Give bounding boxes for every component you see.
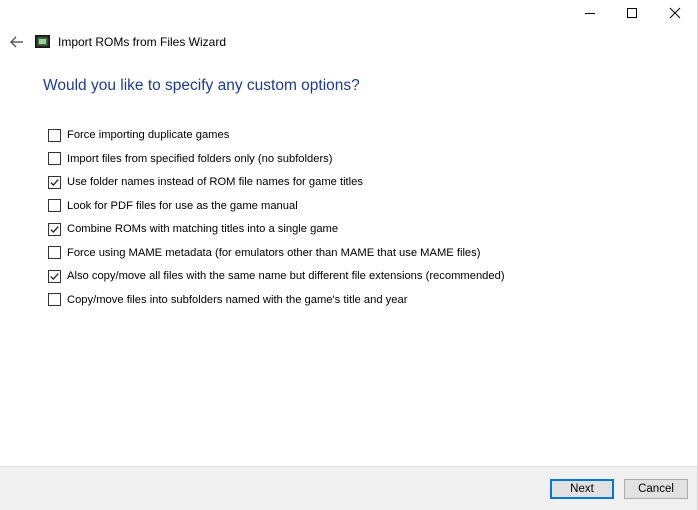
launchbox-app-icon [35, 35, 50, 48]
minimize-button[interactable] [567, 0, 613, 26]
checkbox[interactable] [48, 293, 61, 306]
option-label: Use folder names instead of ROM file nam… [67, 176, 363, 188]
checkbox[interactable] [48, 222, 61, 236]
wizard-title: Import ROMs from Files Wizard [58, 35, 227, 49]
option-label: Force using MAME metadata (for emulators… [67, 246, 481, 259]
close-icon [669, 7, 681, 19]
checkbox[interactable] [48, 152, 61, 165]
option-label: Look for PDF files for use as the game m… [67, 199, 298, 212]
checkbox[interactable] [48, 246, 61, 259]
checkbox[interactable] [48, 199, 61, 212]
option-force-duplicates[interactable]: Force importing duplicate games [48, 126, 229, 144]
checkmark-icon [50, 225, 59, 233]
option-copy-extensions[interactable]: Also copy/move all files with the same n… [48, 267, 505, 285]
checkmark-icon [50, 272, 59, 280]
minimize-icon [585, 13, 595, 14]
maximize-icon [627, 8, 637, 18]
cancel-button[interactable]: Cancel [624, 479, 688, 499]
option-label: Import files from specified folders only… [67, 152, 333, 165]
option-combine-roms[interactable]: Combine ROMs with matching titles into a… [48, 220, 338, 238]
option-no-subfolders[interactable]: Import files from specified folders only… [48, 150, 333, 168]
option-label: Force importing duplicate games [67, 129, 230, 141]
back-arrow-icon [10, 36, 23, 48]
option-mame-metadata[interactable]: Force using MAME metadata (for emulators… [48, 244, 480, 262]
close-button[interactable] [652, 0, 698, 26]
checkbox[interactable] [48, 128, 61, 142]
checkbox[interactable] [48, 269, 61, 283]
option-label: Also copy/move all files with the same n… [67, 270, 505, 282]
checkbox[interactable] [48, 175, 61, 189]
back-button[interactable] [8, 34, 26, 50]
maximize-button[interactable] [609, 0, 655, 26]
wizard-window: Import ROMs from Files Wizard Would you … [0, 0, 698, 510]
option-pdf-manual[interactable]: Look for PDF files for use as the game m… [48, 197, 298, 215]
option-label: Combine ROMs with matching titles into a… [67, 223, 339, 235]
wizard-footer: Next Cancel [0, 466, 697, 510]
option-label: Copy/move files into subfolders named wi… [67, 293, 408, 306]
page-heading: Would you like to specify any custom opt… [43, 77, 360, 94]
next-button[interactable]: Next [550, 479, 614, 499]
checkmark-icon [50, 178, 59, 186]
option-folder-names[interactable]: Use folder names instead of ROM file nam… [48, 173, 363, 191]
option-subfolders-title-year[interactable]: Copy/move files into subfolders named wi… [48, 291, 407, 309]
